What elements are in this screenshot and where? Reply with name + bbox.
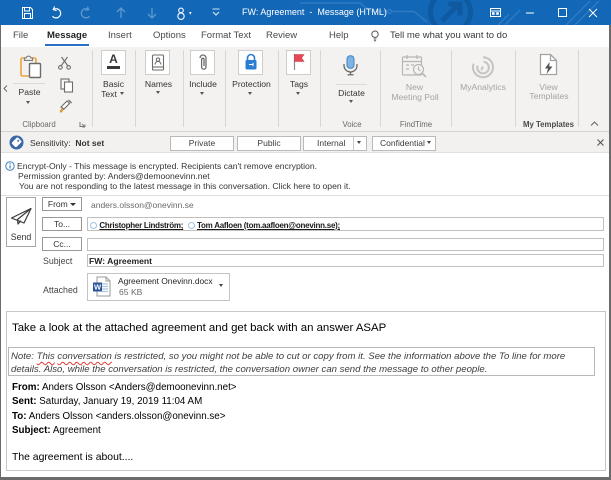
svg-text:W: W [94, 283, 102, 292]
